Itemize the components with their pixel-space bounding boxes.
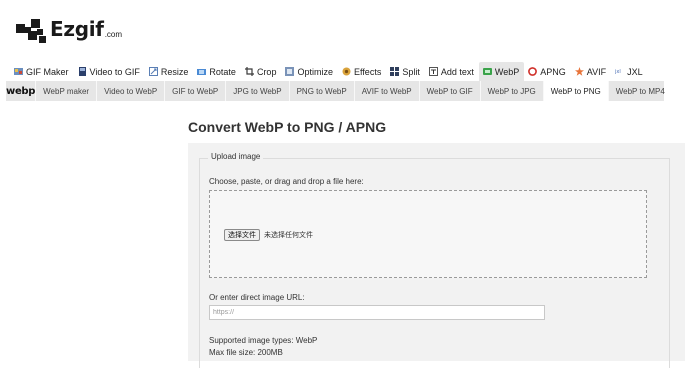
- optimize-icon: [285, 67, 295, 76]
- logo-text: Ezgif: [50, 17, 104, 41]
- apng-icon: [528, 67, 538, 76]
- nav-label: AVIF: [586, 66, 607, 77]
- nav-avif[interactable]: AVIF: [571, 62, 611, 81]
- nav-video-to-gif[interactable]: Video to GIF: [74, 62, 145, 81]
- image-url-input[interactable]: [209, 305, 545, 320]
- webp-brand-logo[interactable]: webp: [6, 81, 35, 101]
- choose-file-button[interactable]: 选择文件: [224, 229, 260, 241]
- nav-resize[interactable]: Resize: [145, 62, 194, 81]
- nav-label: Resize: [160, 66, 189, 77]
- gif-maker-icon: [14, 68, 23, 75]
- tab-webp-to-mp4[interactable]: WebP to MP4: [607, 81, 672, 101]
- upload-panel: Upload image Choose, paste, or drag and …: [188, 143, 685, 368]
- jxl-icon: jxl: [615, 69, 621, 75]
- header: Ezgif .com: [0, 0, 700, 62]
- nav-label: WebP: [494, 66, 520, 77]
- nav-gif-maker[interactable]: GIF Maker: [10, 62, 74, 81]
- video-icon: [78, 67, 86, 76]
- max-file-size-text: Max file size: 200MB: [209, 348, 283, 357]
- tab-webp-to-jpg[interactable]: WebP to JPG: [479, 81, 543, 101]
- nav-optimize[interactable]: Optimize: [281, 62, 338, 81]
- tab-webp-to-png[interactable]: WebP to PNG: [542, 81, 608, 101]
- nav-label: Optimize: [297, 66, 333, 77]
- avif-icon: [574, 67, 584, 76]
- nav-rotate[interactable]: Rotate: [193, 62, 241, 81]
- nav-apng[interactable]: APNG: [524, 62, 571, 81]
- ezgif-logo-icon: [16, 19, 46, 43]
- resize-icon: [148, 67, 158, 76]
- tab-jpg-to-webp[interactable]: JPG to WebP: [225, 81, 288, 101]
- webp-tools-bar: webp WebP maker Video to WebP GIF to Web…: [6, 81, 665, 101]
- no-file-chosen-text: 未选择任何文件: [264, 231, 313, 239]
- tab-avif-to-webp[interactable]: AVIF to WebP: [353, 81, 419, 101]
- choose-file-label: Choose, paste, or drag and drop a file h…: [209, 177, 364, 186]
- ezgif-logo[interactable]: Ezgif .com: [15, 17, 122, 47]
- effects-icon: [342, 67, 351, 76]
- webp-icon: [482, 68, 492, 75]
- file-drop-zone[interactable]: 选择文件 未选择任何文件: [209, 190, 647, 278]
- tab-gif-to-webp[interactable]: GIF to WebP: [164, 81, 225, 101]
- nav-add-text[interactable]: Add text: [425, 62, 479, 81]
- tab-webp-to-gif[interactable]: WebP to GIF: [418, 81, 480, 101]
- nav-crop[interactable]: Crop: [241, 62, 282, 81]
- tab-png-to-webp[interactable]: PNG to WebP: [288, 81, 354, 101]
- rotate-icon: [197, 69, 207, 75]
- nav-split[interactable]: Split: [386, 62, 425, 81]
- url-label: Or enter direct image URL:: [209, 293, 305, 302]
- nav-webp[interactable]: WebP: [478, 62, 525, 81]
- add-text-icon: [428, 67, 438, 76]
- split-icon: [390, 67, 400, 76]
- nav-jxl[interactable]: jxl JXL: [611, 62, 648, 81]
- nav-label: GIF Maker: [26, 66, 69, 77]
- logo-tld: .com: [104, 30, 123, 39]
- nav-label: Effects: [353, 66, 382, 77]
- upload-legend: Upload image: [208, 152, 264, 161]
- page-title: Convert WebP to PNG / APNG: [188, 119, 387, 135]
- nav-label: JXL: [627, 66, 643, 77]
- nav-label: Split: [402, 66, 420, 77]
- tab-webp-maker[interactable]: WebP maker: [35, 81, 96, 101]
- nav-label: Rotate: [209, 66, 236, 77]
- nav-label: Add text: [440, 66, 474, 77]
- nav-label: Video to GIF: [89, 66, 140, 77]
- main-nav: GIF Maker Video to GIF Resize Rotate Cro…: [10, 62, 648, 81]
- tab-video-to-webp[interactable]: Video to WebP: [96, 81, 164, 101]
- nav-label: Crop: [256, 66, 277, 77]
- crop-icon: [244, 67, 254, 76]
- nav-label: APNG: [540, 66, 566, 77]
- supported-types-text: Supported image types: WebP: [209, 336, 318, 345]
- svg-text:jxl: jxl: [615, 69, 621, 75]
- nav-effects[interactable]: Effects: [338, 62, 386, 81]
